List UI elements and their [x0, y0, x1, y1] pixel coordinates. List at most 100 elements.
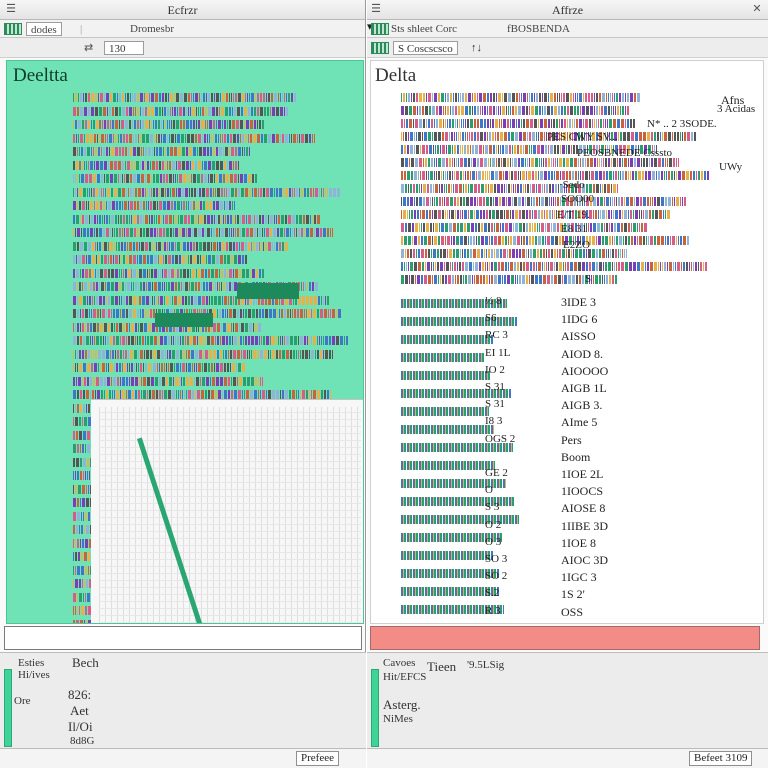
table-row-code: O 3 — [485, 535, 502, 548]
glyph-row — [401, 106, 630, 115]
table-row-value: 1IDG 6 — [561, 312, 598, 327]
left-highlight-block-1 — [237, 283, 299, 299]
glyph-row — [73, 201, 236, 210]
left-footer-button[interactable]: Prefeee — [296, 751, 339, 766]
left-document: Deeltta — [6, 60, 364, 624]
table-row-code: SO 2 — [485, 570, 508, 583]
glyph-row — [401, 171, 709, 180]
glyph-row — [73, 93, 297, 102]
arrows-icon[interactable]: ⇄ — [84, 41, 93, 54]
table-row-value: 1IGC 3 — [561, 570, 597, 585]
table-row-code: I8 3 — [485, 415, 503, 428]
right-subbar: S Coscscsco ↑↓ — [367, 38, 768, 58]
glyph-row — [73, 376, 263, 386]
glyph-row — [73, 228, 334, 237]
left-status-label-low: Ore — [14, 695, 31, 707]
glyph-row — [401, 236, 689, 245]
right-status-label-low: NiMes — [383, 713, 413, 725]
glyph-row — [401, 515, 520, 524]
right-status-label-top: Cavoes — [383, 657, 416, 669]
right-top-label: SOO00 — [561, 193, 595, 205]
glyph-row — [73, 363, 245, 372]
left-document-title: Deeltta — [13, 65, 68, 86]
glyph-row — [401, 407, 489, 416]
table-row-value: OSS — [561, 604, 584, 619]
glyph-row — [401, 551, 493, 560]
glyph-row — [401, 262, 707, 271]
glyph-row — [401, 335, 493, 344]
table-row-code: R 3 — [485, 604, 501, 617]
right-subbar-arrows[interactable]: ↑↓ — [471, 41, 482, 55]
right-top-label: UWy — [719, 161, 743, 173]
glyph-row — [73, 241, 288, 251]
left-subbar: ⇄ 130 — [0, 38, 365, 58]
left-status-value-low2: Il/Oi — [68, 719, 93, 734]
glyph-row — [401, 425, 495, 434]
table-row-code: RC 3 — [485, 329, 508, 342]
right-top-label: E2ZO — [563, 239, 590, 251]
right-input-field[interactable] — [370, 626, 760, 650]
right-top-label: 3 Acidas — [717, 103, 756, 115]
table-row-value: 1IOOCS — [561, 484, 604, 499]
left-status-panel: Esties Bech Hi/ives 826: Ore Aet Il/Oi 8… — [0, 652, 366, 748]
table-row-code: S 31 — [485, 398, 505, 411]
glyph-row — [73, 147, 250, 156]
left-status-bar — [4, 669, 12, 747]
glyph-row — [401, 197, 687, 206]
right-toolbar-item[interactable]: fBOSBENDA — [507, 22, 570, 36]
table-row-value: 1IOE 2L — [561, 467, 604, 481]
grid-icon[interactable] — [371, 23, 389, 35]
right-top-label: ·Sedo — [559, 179, 585, 191]
glyph-row — [73, 214, 320, 224]
glyph-row — [73, 174, 258, 183]
left-status-label-mid: Hi/ives — [18, 669, 50, 681]
glyph-row — [73, 106, 288, 116]
table-row-value: 1S 2' — [561, 587, 585, 602]
table-row-code: GE 2 — [485, 467, 508, 479]
right-subbar-field[interactable]: S Coscscsco — [393, 41, 458, 55]
glyph-row — [401, 371, 491, 380]
right-titlebar: ☰ Affrze ✕ — [367, 0, 768, 20]
table-row-code: IO 2 — [485, 363, 505, 376]
left-status-value-mid: 826: — [68, 687, 92, 702]
glyph-row — [73, 255, 248, 264]
right-toolbar-label[interactable]: Sts shleet Corc — [391, 22, 457, 36]
table-row-code: O 2 — [485, 518, 502, 531]
right-footer: Befeet 3109 — [367, 748, 768, 768]
right-document-title: Delta — [375, 65, 417, 86]
table-row-value: AIme 5 — [561, 415, 598, 430]
glyph-row — [73, 336, 348, 345]
right-status-bar — [371, 669, 379, 747]
right-top-label: PES CWY SV... — [547, 131, 618, 143]
right-status-value-top2: '9.5LSig — [467, 659, 505, 671]
left-input-field[interactable] — [4, 626, 362, 650]
table-row-code: S6 — [485, 312, 497, 325]
grid-icon[interactable] — [371, 42, 389, 54]
left-subbar-field[interactable]: 130 — [104, 41, 144, 55]
glyph-row — [401, 158, 679, 167]
grid-icon[interactable] — [4, 23, 22, 35]
glyph-row — [73, 187, 341, 197]
glyph-row — [401, 223, 647, 232]
table-row-value: AIOOOO — [561, 363, 609, 378]
table-row-value: AISSO — [561, 329, 596, 344]
glyph-row — [73, 120, 265, 129]
table-row-code: SO 3 — [485, 553, 508, 565]
table-row-code: S.2 — [485, 587, 500, 600]
glyph-row — [401, 210, 671, 219]
close-icon[interactable]: ✕ — [750, 2, 764, 16]
glyph-row — [73, 268, 265, 278]
glyph-row — [401, 184, 618, 193]
left-toolbar-label[interactable]: Dromesbr — [130, 22, 174, 36]
glyph-row — [401, 119, 636, 128]
right-document: Delta Afns 3 Acidas N* .. 2 3SODE. PES CWY… — [370, 60, 764, 624]
right-status-panel: Cavoes Tieen '9.5LSig Hit/EFCS Asterg. N… — [367, 652, 768, 748]
table-row-code: EI 1L — [485, 346, 511, 359]
glyph-row — [73, 390, 331, 399]
right-toolbar: Sts shleet Corc fBOSBENDA ▾ — [367, 20, 768, 38]
glyph-row — [401, 353, 486, 362]
right-footer-button[interactable]: Befeet 3109 — [689, 751, 753, 766]
left-toolbar-tab[interactable]: dodes — [26, 22, 62, 36]
table-row-code: S 3 — [485, 501, 500, 514]
left-status-value-top: Bech — [72, 655, 99, 670]
